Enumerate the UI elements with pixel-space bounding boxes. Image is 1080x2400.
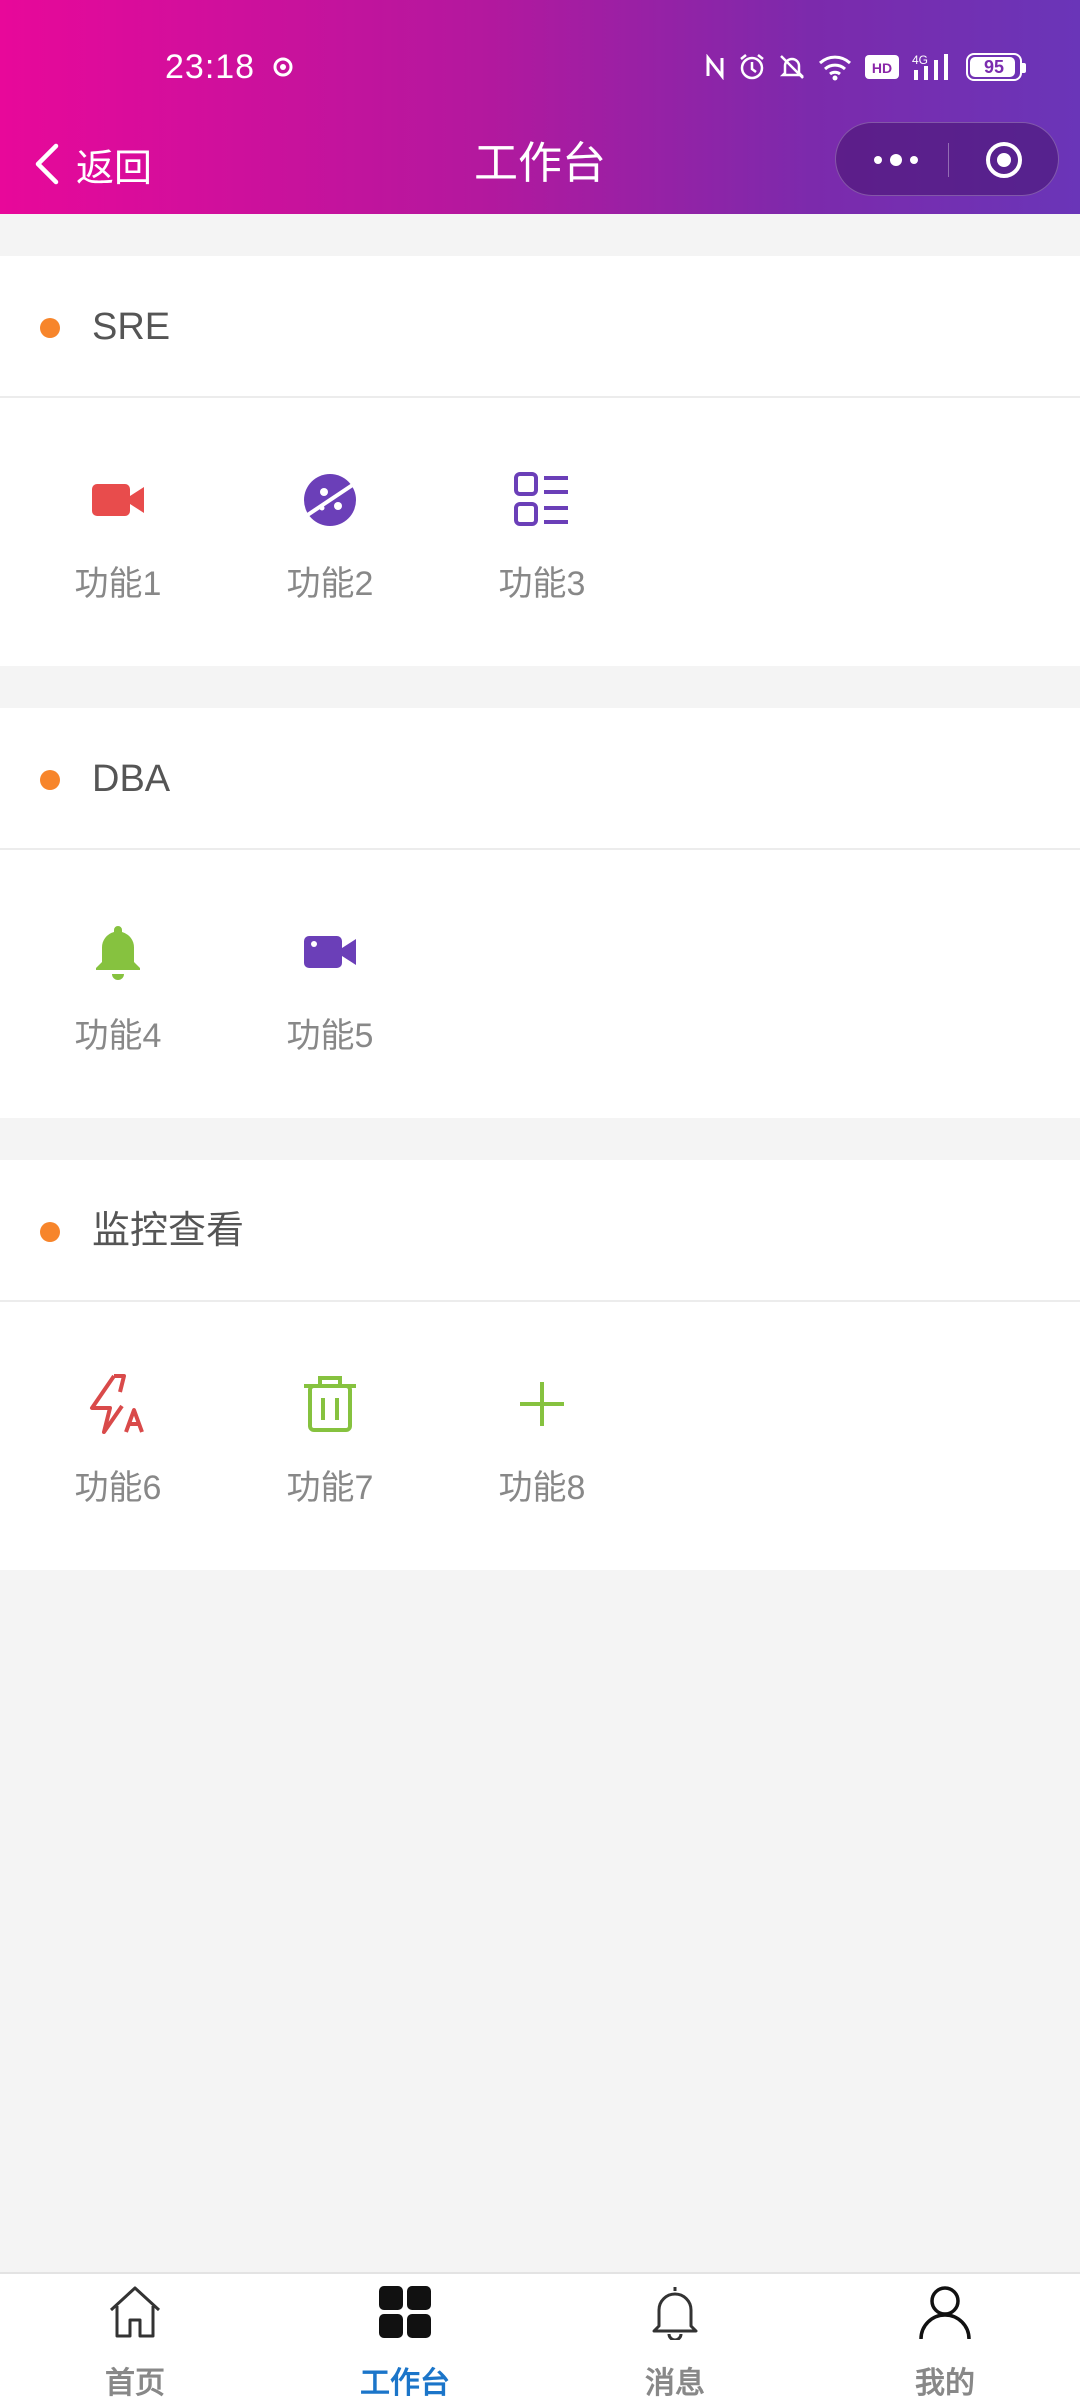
tab-label: 工作台 xyxy=(360,2367,450,2400)
section-title: SRE xyxy=(92,306,171,348)
function-label: 功能6 xyxy=(74,1469,162,1507)
section-header: DBA xyxy=(0,708,1080,850)
video-camera-icon xyxy=(304,936,356,968)
function-item-1[interactable]: 功能1 xyxy=(12,398,224,666)
function-label: 功能4 xyxy=(74,1017,162,1055)
function-label: 功能3 xyxy=(498,565,586,603)
tab-label: 消息 xyxy=(645,2367,705,2400)
header: 23:18 HD 4G 95 返回 工作台 xyxy=(0,0,1080,214)
function-item-6[interactable]: 功能6 xyxy=(12,1302,224,1570)
bell-icon xyxy=(96,926,140,980)
tab-bar: 首页 工作台 消息 我的 xyxy=(0,2272,1080,2400)
function-label: 功能2 xyxy=(286,565,374,603)
status-icons: HD 4G 95 xyxy=(704,50,1026,84)
function-label: 功能7 xyxy=(286,1469,374,1507)
user-icon xyxy=(919,2286,971,2340)
function-grid: 功能1 功能2 功能3 xyxy=(0,398,1080,666)
close-target-icon[interactable] xyxy=(984,140,1024,180)
hd-icon: HD xyxy=(865,55,899,79)
section-header: SRE xyxy=(0,256,1080,398)
battery-level: 95 xyxy=(983,56,1005,77)
cellular-signal-icon: 4G xyxy=(912,53,948,80)
function-item-8[interactable]: 功能8 xyxy=(436,1302,648,1570)
tab-messages[interactable]: 消息 xyxy=(540,2274,810,2400)
more-dots-icon[interactable] xyxy=(866,145,926,175)
status-bar: 23:18 HD 4G 95 xyxy=(0,0,1080,120)
hd-text: HD xyxy=(872,60,892,76)
list-icon xyxy=(514,472,568,526)
network-type: 4G xyxy=(912,53,928,67)
tab-home[interactable]: 首页 xyxy=(0,2274,270,2400)
section-dot xyxy=(40,318,60,338)
flash-auto-icon xyxy=(90,1374,144,1434)
status-time: 23:18 xyxy=(165,48,256,86)
mute-bell-icon xyxy=(779,55,805,79)
section-dba: DBA 功能4 功能5 xyxy=(0,708,1080,1118)
function-grid: 功能6 功能7 功能8 xyxy=(0,1302,1080,1570)
section-title: DBA xyxy=(92,758,171,800)
grid-icon xyxy=(379,2286,431,2338)
function-label: 功能5 xyxy=(286,1017,374,1055)
section-title: 监控查看 xyxy=(92,1210,245,1252)
nav-bar: 返回 工作台 xyxy=(0,120,1080,214)
tab-workbench[interactable]: 工作台 xyxy=(270,2274,540,2400)
function-grid: 功能4 功能5 xyxy=(0,850,1080,1118)
section-dot xyxy=(40,1222,60,1242)
tab-profile[interactable]: 我的 xyxy=(810,2274,1080,2400)
trash-icon xyxy=(304,1376,356,1432)
section-dot xyxy=(40,770,60,790)
section-sre: SRE 功能1 功能2 功能3 xyxy=(0,256,1080,666)
mini-program-capsule xyxy=(835,122,1059,196)
alarm-icon xyxy=(740,54,764,80)
home-icon xyxy=(109,2286,161,2338)
app-indicator-icon xyxy=(273,57,293,77)
capsule-divider xyxy=(948,143,949,177)
tab-label: 首页 xyxy=(105,2367,165,2400)
function-item-7[interactable]: 功能7 xyxy=(224,1302,436,1570)
video-camera-icon xyxy=(92,484,144,516)
section-header: 监控查看 xyxy=(0,1160,1080,1302)
plus-icon xyxy=(520,1382,564,1426)
nfc-icon xyxy=(706,54,724,80)
tab-label: 我的 xyxy=(915,2367,975,2400)
section-monitoring: 监控查看 功能6 功能7 功能8 xyxy=(0,1160,1080,1570)
function-label: 功能1 xyxy=(74,565,162,603)
function-item-5[interactable]: 功能5 xyxy=(224,850,436,1118)
function-item-3[interactable]: 功能3 xyxy=(436,398,648,666)
bell-icon xyxy=(652,2287,698,2340)
function-item-2[interactable]: 功能2 xyxy=(224,398,436,666)
wifi-icon xyxy=(818,55,852,81)
function-item-4[interactable]: 功能4 xyxy=(12,850,224,1118)
planet-icon xyxy=(304,474,356,526)
function-label: 功能8 xyxy=(498,1469,586,1507)
battery-icon: 95 xyxy=(966,53,1026,81)
